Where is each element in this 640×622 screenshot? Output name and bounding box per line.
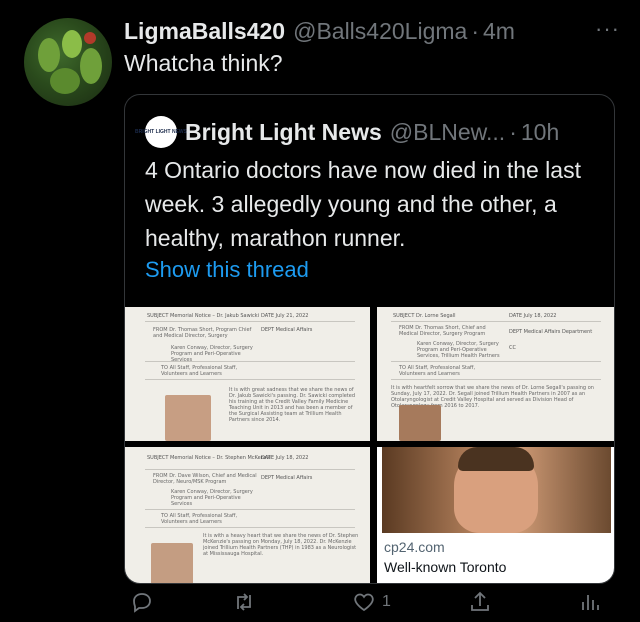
link-card-title: Well-known Toronto bbox=[384, 559, 507, 575]
separator-dot: · bbox=[471, 17, 479, 44]
memo-image-1[interactable]: SUBJECT Memorial Notice – Dr. Jakub Sawi… bbox=[125, 307, 370, 441]
share-button[interactable] bbox=[468, 590, 492, 614]
retweet-icon bbox=[237, 593, 251, 611]
memo-cc: Karen Conway, Director, Surgery Program … bbox=[171, 489, 253, 507]
memo-to: TO All Staff, Professional Staff, Volunt… bbox=[161, 513, 238, 525]
quoted-tweet-header: BRIGHT LIGHT NEWS Bright Light News @BLN… bbox=[135, 116, 559, 148]
quoted-tweet-text: 4 Ontario doctors have now died in the l… bbox=[145, 157, 581, 251]
quoted-handle[interactable]: @BLNew... bbox=[390, 119, 505, 146]
memo-date: DATE July 18, 2022 bbox=[509, 313, 557, 319]
memo-subject: SUBJECT Dr. Lorne Segall bbox=[393, 313, 456, 319]
memo-dept: DEPT Medical Affairs Department bbox=[509, 329, 593, 335]
display-name[interactable]: LigmaBalls420 bbox=[124, 18, 285, 45]
user-handle[interactable]: @Balls420Ligma bbox=[293, 18, 467, 45]
show-thread-link[interactable]: Show this thread bbox=[145, 257, 309, 283]
memo-body: It is with a heavy heart that we share t… bbox=[203, 533, 359, 557]
quoted-avatar-logo-text: BRIGHT LIGHT NEWS bbox=[135, 129, 187, 135]
memo-subject: SUBJECT Memorial Notice – Dr. Jakub Sawi… bbox=[147, 313, 260, 319]
share-icon bbox=[471, 591, 489, 611]
memo-date: DATE July 21, 2022 bbox=[261, 313, 309, 319]
quoted-tweet[interactable]: BRIGHT LIGHT NEWS Bright Light News @BLN… bbox=[124, 94, 615, 584]
quoted-display-name[interactable]: Bright Light News bbox=[185, 119, 382, 146]
memo-body: It is with great sadness that we share t… bbox=[229, 387, 356, 423]
memo-cc: Karen Conway, Director, Surgery Program … bbox=[417, 341, 500, 359]
memo-dept: DEPT Medical Affairs bbox=[261, 475, 313, 481]
quoted-timestamp[interactable]: 10h bbox=[521, 119, 559, 146]
link-card-domain: cp24.com bbox=[384, 539, 445, 555]
memo-date: DATE July 18, 2022 bbox=[261, 455, 309, 461]
reply-icon bbox=[133, 593, 151, 613]
memo-from: FROM Dr. Thomas Short, Program Chief and… bbox=[153, 327, 252, 339]
link-card-image bbox=[382, 447, 611, 533]
like-button[interactable]: 1 bbox=[352, 590, 391, 614]
doctor-photo bbox=[151, 543, 193, 583]
memo-to: TO All Staff, Professional Staff, Volunt… bbox=[161, 365, 238, 377]
tweet-timestamp[interactable]: 4m bbox=[483, 18, 515, 45]
memo-image-2[interactable]: SUBJECT Dr. Lorne Segall DATE July 18, 2… bbox=[377, 307, 614, 441]
more-options-icon[interactable]: ··· bbox=[595, 16, 620, 42]
link-card[interactable]: cp24.com Well-known Toronto bbox=[377, 447, 614, 583]
tweet-header: LigmaBalls420 @Balls420Ligma · 4m ··· bbox=[124, 16, 620, 46]
memo-dept: DEPT Medical Affairs bbox=[261, 327, 313, 333]
memo-subject: SUBJECT Memorial Notice – Dr. Stephen Mc… bbox=[147, 455, 271, 461]
like-count: 1 bbox=[382, 593, 391, 610]
memo-image-3[interactable]: SUBJECT Memorial Notice – Dr. Stephen Mc… bbox=[125, 447, 370, 583]
memo-cc-label: CC bbox=[509, 345, 516, 351]
avatar[interactable] bbox=[24, 18, 112, 106]
action-bar: 1 bbox=[124, 586, 604, 618]
memo-from: FROM Dr. Thomas Short, Chief and Medical… bbox=[399, 325, 486, 337]
doctor-photo bbox=[399, 405, 441, 441]
memo-to: TO All Staff, Professional Staff, Volunt… bbox=[399, 365, 476, 377]
quoted-separator-dot: · bbox=[509, 118, 517, 145]
memo-from: FROM Dr. Dave Wilson, Chief and Medical … bbox=[153, 473, 257, 485]
doctor-photo bbox=[165, 395, 211, 441]
analytics-button[interactable] bbox=[578, 590, 602, 614]
reply-button[interactable] bbox=[130, 590, 154, 614]
heart-icon bbox=[354, 593, 374, 612]
tweet-text: Whatcha think? bbox=[124, 50, 283, 76]
analytics-icon bbox=[582, 595, 599, 610]
retweet-button[interactable] bbox=[232, 590, 256, 614]
quoted-avatar[interactable]: BRIGHT LIGHT NEWS bbox=[135, 116, 187, 148]
media-grid: SUBJECT Memorial Notice – Dr. Jakub Sawi… bbox=[125, 307, 614, 583]
